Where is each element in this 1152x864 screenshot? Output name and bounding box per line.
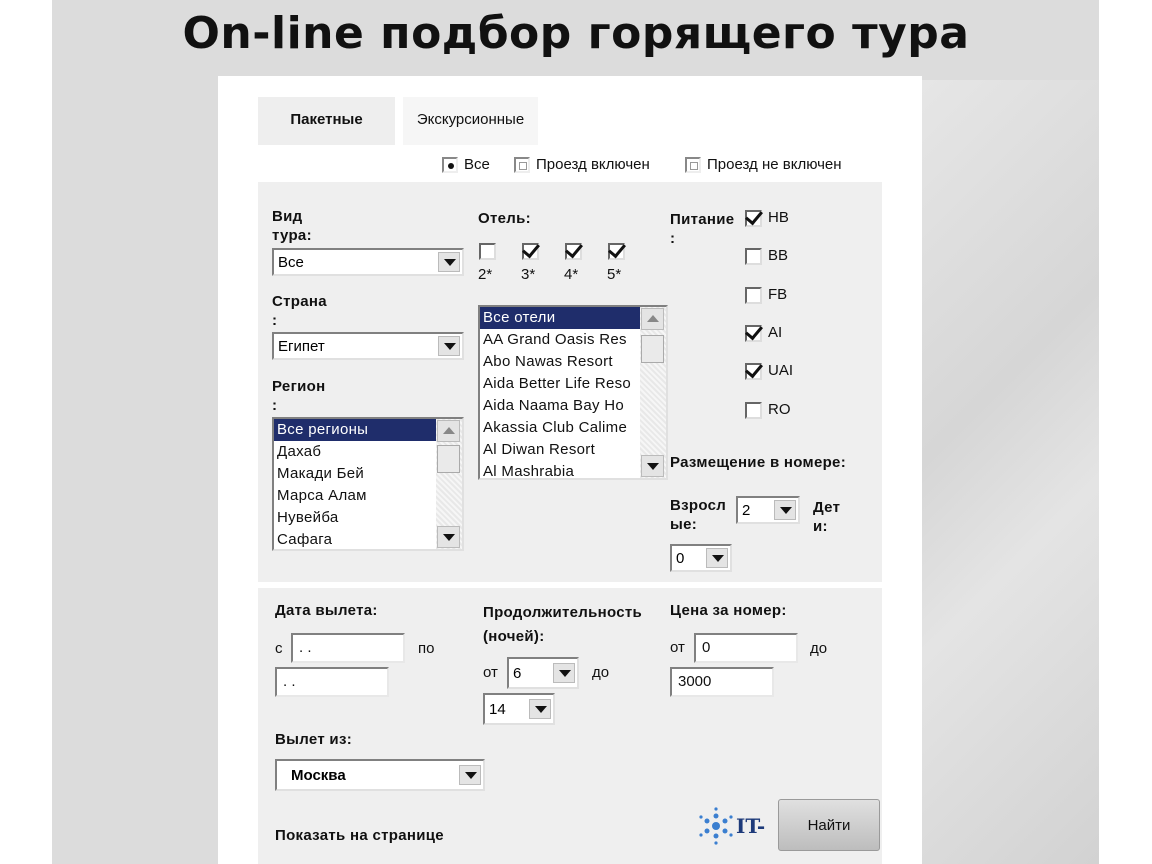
meal-ro-label: RO (768, 401, 791, 418)
region-label: Регион: (272, 378, 326, 414)
adults-select[interactable]: 2 (736, 496, 800, 524)
country-select[interactable]: Египет (272, 332, 464, 360)
price-from-label: от (670, 639, 685, 656)
chevron-down-icon[interactable] (438, 336, 460, 356)
duration-from-label: от (483, 664, 498, 681)
meal-hb-checkbox[interactable] (745, 206, 763, 227)
children-select[interactable]: 0 (670, 544, 732, 572)
list-item[interactable]: Все регионы (274, 419, 462, 441)
scroll-up-icon[interactable] (437, 420, 460, 442)
scroll-thumb[interactable] (437, 445, 460, 473)
meal-label: Питание: (670, 211, 735, 247)
children-label: Дет и: (813, 499, 841, 535)
page-title: On-line подбор горящего тура (182, 8, 970, 59)
search-button[interactable]: Найти (778, 799, 880, 851)
list-item[interactable]: Aida Better Life Reso (480, 373, 666, 395)
list-item[interactable]: AA Grand Oasis Res (480, 329, 666, 351)
list-item[interactable]: Макади Бей (274, 463, 462, 485)
list-item[interactable]: Дахаб (274, 441, 462, 463)
snowflake-logo-icon (699, 807, 733, 845)
radio-label: Все (464, 156, 490, 173)
price-to-input[interactable]: 3000 (670, 667, 774, 697)
radio-label: Проезд включен (536, 156, 650, 173)
star-3-checkbox[interactable] (522, 239, 540, 260)
departure-city-select[interactable]: Москва (275, 759, 485, 791)
hotel-listbox[interactable]: Все отели AA Grand Oasis Res Abo Nawas R… (478, 305, 668, 480)
duration-to-select[interactable]: 14 (483, 693, 555, 725)
date-from-input[interactable]: . . (291, 633, 405, 663)
room-label: Размещение в номере: (670, 454, 846, 471)
scrollbar[interactable] (640, 307, 666, 478)
scroll-up-icon[interactable] (641, 308, 664, 330)
star-5-label: 5* (607, 266, 622, 283)
radio-all[interactable]: Все (442, 156, 490, 173)
chevron-down-icon[interactable] (553, 663, 575, 683)
meal-fb-checkbox[interactable] (745, 287, 762, 304)
list-item[interactable]: Abo Nawas Resort (480, 351, 666, 373)
radio-button[interactable] (685, 156, 701, 173)
duration-from-select[interactable]: 6 (507, 657, 579, 689)
list-item[interactable]: Al Diwan Resort (480, 439, 666, 461)
chevron-down-icon[interactable] (438, 252, 460, 272)
departure-date-label: Дата вылета: (275, 602, 378, 619)
scroll-thumb[interactable] (641, 335, 664, 363)
meal-ro-checkbox[interactable] (745, 402, 762, 419)
meal-fb-label: FB (768, 286, 788, 303)
meal-ai-checkbox[interactable] (745, 321, 763, 342)
radio-transfer-not-included[interactable]: Проезд не включен (685, 156, 842, 173)
scrollbar[interactable] (436, 419, 462, 549)
show-per-page-label: Показать на странице (275, 827, 444, 844)
departure-city-label: Вылет из: (275, 731, 353, 748)
meal-bb-label: BB (768, 247, 789, 264)
meal-bb-checkbox[interactable] (745, 248, 762, 265)
hotel-label: Отель: (478, 210, 531, 227)
logo-text: IT- (736, 814, 766, 838)
price-label: Цена за номер: (670, 602, 787, 619)
decorative-background (922, 80, 1099, 864)
adults-label: Взросл ые: (670, 497, 727, 533)
star-5-checkbox[interactable] (608, 239, 626, 260)
star-3-label: 3* (521, 266, 536, 283)
it-tour-logo: IT- (698, 806, 765, 846)
date-to-input[interactable]: . . (275, 667, 389, 697)
meal-hb-label: HB (768, 209, 789, 226)
duration-to-label: до (592, 664, 610, 681)
meal-uai-checkbox[interactable] (745, 359, 763, 380)
list-item[interactable]: Нувейба (274, 507, 462, 529)
chevron-down-icon[interactable] (459, 765, 481, 785)
radio-button[interactable] (514, 156, 530, 173)
radio-label: Проезд не включен (707, 156, 842, 173)
meal-ai-label: AI (768, 324, 783, 341)
radio-transfer-included[interactable]: Проезд включен (514, 156, 650, 173)
chevron-down-icon[interactable] (529, 699, 551, 719)
list-item[interactable]: Al Mashrabia (480, 461, 666, 478)
list-item[interactable]: Akassia Club Calime (480, 417, 666, 439)
star-2-label: 2* (478, 266, 493, 283)
date-from-label: с (275, 640, 283, 657)
list-item[interactable]: Сафага (274, 529, 462, 549)
country-label: Страна: (272, 293, 327, 329)
tour-type-label: Вид тура: (272, 208, 312, 244)
list-item[interactable]: Марса Алам (274, 485, 462, 507)
radio-button[interactable] (442, 156, 458, 173)
tab-excursions[interactable]: Экскурсионные (403, 97, 538, 145)
tab-packages[interactable]: Пакетные (258, 97, 395, 145)
list-item[interactable]: Все отели (480, 307, 666, 329)
region-listbox[interactable]: Все регионы Дахаб Макади Бей Марса Алам … (272, 417, 464, 551)
price-to-label: до (810, 640, 828, 657)
scroll-down-icon[interactable] (641, 455, 664, 477)
list-item[interactable]: Aida Naama Bay Ho (480, 395, 666, 417)
date-to-label: по (418, 640, 435, 657)
star-4-label: 4* (564, 266, 579, 283)
chevron-down-icon[interactable] (706, 548, 728, 568)
star-4-checkbox[interactable] (565, 239, 583, 260)
chevron-down-icon[interactable] (774, 500, 796, 520)
price-from-input[interactable]: 0 (694, 633, 798, 663)
tour-type-select[interactable]: Все (272, 248, 464, 276)
star-2-checkbox[interactable] (479, 243, 496, 260)
duration-label: Продолжительность (ночей): (483, 604, 643, 645)
meal-uai-label: UAI (768, 362, 794, 379)
scroll-down-icon[interactable] (437, 526, 460, 548)
